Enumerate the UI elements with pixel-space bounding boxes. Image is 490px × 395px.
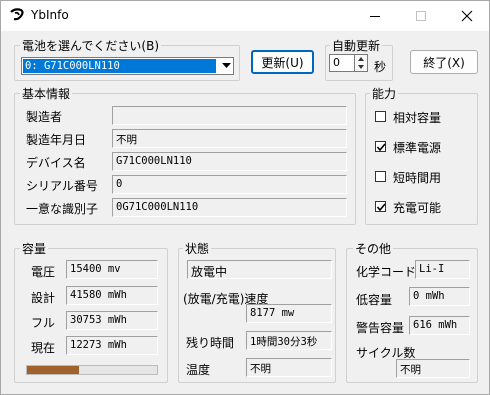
short-term-checkbox	[375, 171, 386, 182]
low-capacity-label: 低容量	[356, 293, 393, 307]
minimize-button[interactable]	[353, 1, 397, 31]
manufacture-date-value: 不明	[112, 129, 347, 148]
auto-update-label: 自動更新	[330, 37, 383, 54]
auto-update-input[interactable]: 0	[329, 54, 355, 72]
remaining-time-value: 1時間30分3秒	[246, 331, 332, 350]
spinner-arrows-icon	[358, 57, 364, 69]
rechargeable-checkbox	[375, 201, 386, 212]
maximize-icon	[416, 11, 426, 21]
chevron-down-icon[interactable]	[219, 59, 233, 73]
temperature-label: 温度	[186, 363, 211, 377]
battery-dropdown[interactable]: 0: G71C000LN110	[21, 57, 234, 75]
status-state-value: 放電中	[187, 260, 332, 279]
battery-select-label: 電池を選んでください(B)	[20, 37, 161, 54]
voltage-label: 電圧	[31, 265, 56, 279]
minimize-icon	[370, 16, 380, 17]
checkmark-icon	[376, 143, 386, 152]
other-title: その他	[353, 240, 394, 257]
charge-progress-bar	[26, 365, 158, 375]
maker-value	[112, 106, 347, 125]
design-capacity-label: 設計	[31, 291, 56, 305]
chemistry-value: Li-I	[415, 260, 470, 279]
current-capacity-value: 12273 mWh	[66, 336, 158, 355]
charge-progress-fill	[27, 366, 79, 374]
device-name-label: デバイス名	[26, 156, 86, 170]
low-capacity-value: 0 mWh	[409, 287, 470, 306]
app-icon	[9, 7, 25, 23]
unique-id-label: 一意な識別子	[26, 202, 99, 216]
relative-capacity-label: 相対容量	[393, 111, 442, 125]
basic-info-title: 基本情報	[20, 85, 73, 102]
status-title: 状態	[183, 240, 212, 257]
serial-number-value: 0	[112, 175, 347, 194]
rechargeable-label: 充電可能	[393, 201, 442, 215]
exit-button[interactable]: 終了(X)	[410, 50, 478, 74]
voltage-value: 15400 mv	[66, 260, 158, 279]
standard-power-label: 標準電源	[393, 141, 442, 155]
unique-id-value: 0G71C000LN110	[112, 198, 347, 217]
full-capacity-label: フル	[31, 316, 56, 330]
temperature-value: 不明	[246, 358, 332, 377]
device-name-value: G71C000LN110	[112, 152, 347, 171]
auto-update-spinner[interactable]	[354, 54, 368, 72]
checkmark-icon	[376, 203, 386, 212]
auto-update-unit: 秒	[374, 60, 387, 74]
design-capacity-value: 41580 mWh	[66, 286, 158, 305]
capacity-title: 容量	[20, 240, 49, 257]
cycle-count-value: 不明	[396, 359, 470, 378]
chemistry-label: 化学コード	[356, 265, 417, 279]
battery-dropdown-value: 0: G71C000LN110	[23, 59, 216, 73]
short-term-label: 短時間用	[393, 171, 442, 185]
maximize-button[interactable]	[399, 1, 443, 31]
current-capacity-label: 現在	[31, 341, 56, 355]
refresh-button[interactable]: 更新(U)	[251, 50, 314, 74]
window-title: YbInfo	[31, 8, 69, 22]
warning-capacity-value: 616 mWh	[409, 316, 470, 335]
close-icon	[461, 10, 473, 22]
standard-power-checkbox	[375, 141, 386, 152]
serial-number-label: シリアル番号	[26, 179, 98, 193]
maker-label: 製造者	[26, 110, 63, 124]
manufacture-date-label: 製造年月日	[26, 133, 87, 147]
full-capacity-value: 30753 mWh	[66, 311, 158, 330]
title-bar: YbInfo	[1, 1, 489, 31]
close-button[interactable]	[445, 1, 489, 31]
capabilities-title: 能力	[370, 85, 399, 102]
rate-value: 8177 mw	[246, 304, 332, 323]
app-window: YbInfo 電池を選んでください(B) 0: G71C000LN110 更新(…	[0, 0, 490, 395]
relative-capacity-checkbox	[375, 111, 386, 122]
remaining-time-label: 残り時間	[186, 336, 235, 350]
warning-capacity-label: 警告容量	[356, 321, 405, 335]
